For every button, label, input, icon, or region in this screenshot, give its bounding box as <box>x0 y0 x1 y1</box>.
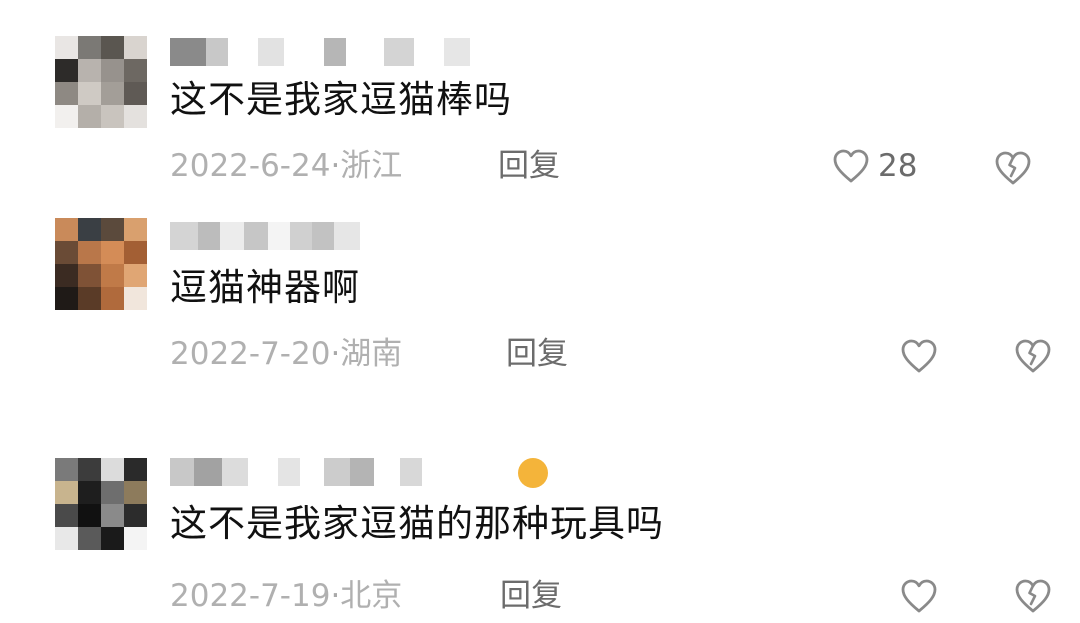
emoji-icon <box>518 458 548 488</box>
comment-location: 北京 <box>340 578 403 614</box>
username-pixelated[interactable] <box>170 458 530 486</box>
meta-separator: · <box>330 578 341 614</box>
like-button[interactable] <box>900 578 946 614</box>
heart-outline-icon <box>900 578 938 614</box>
broken-heart-icon <box>1014 578 1052 614</box>
comment-date: 2022-7-19 <box>170 578 331 614</box>
comment-item: 这不是我家逗猫的那种玩具吗 2022-7-19·北京 回复 <box>0 0 1080 623</box>
avatar[interactable] <box>55 458 147 550</box>
comment-text: 这不是我家逗猫的那种玩具吗 <box>170 502 664 545</box>
comment-meta: 2022-7-19·北京 <box>170 578 402 614</box>
reply-button[interactable]: 回复 <box>500 578 562 614</box>
dislike-button[interactable] <box>1014 578 1052 614</box>
